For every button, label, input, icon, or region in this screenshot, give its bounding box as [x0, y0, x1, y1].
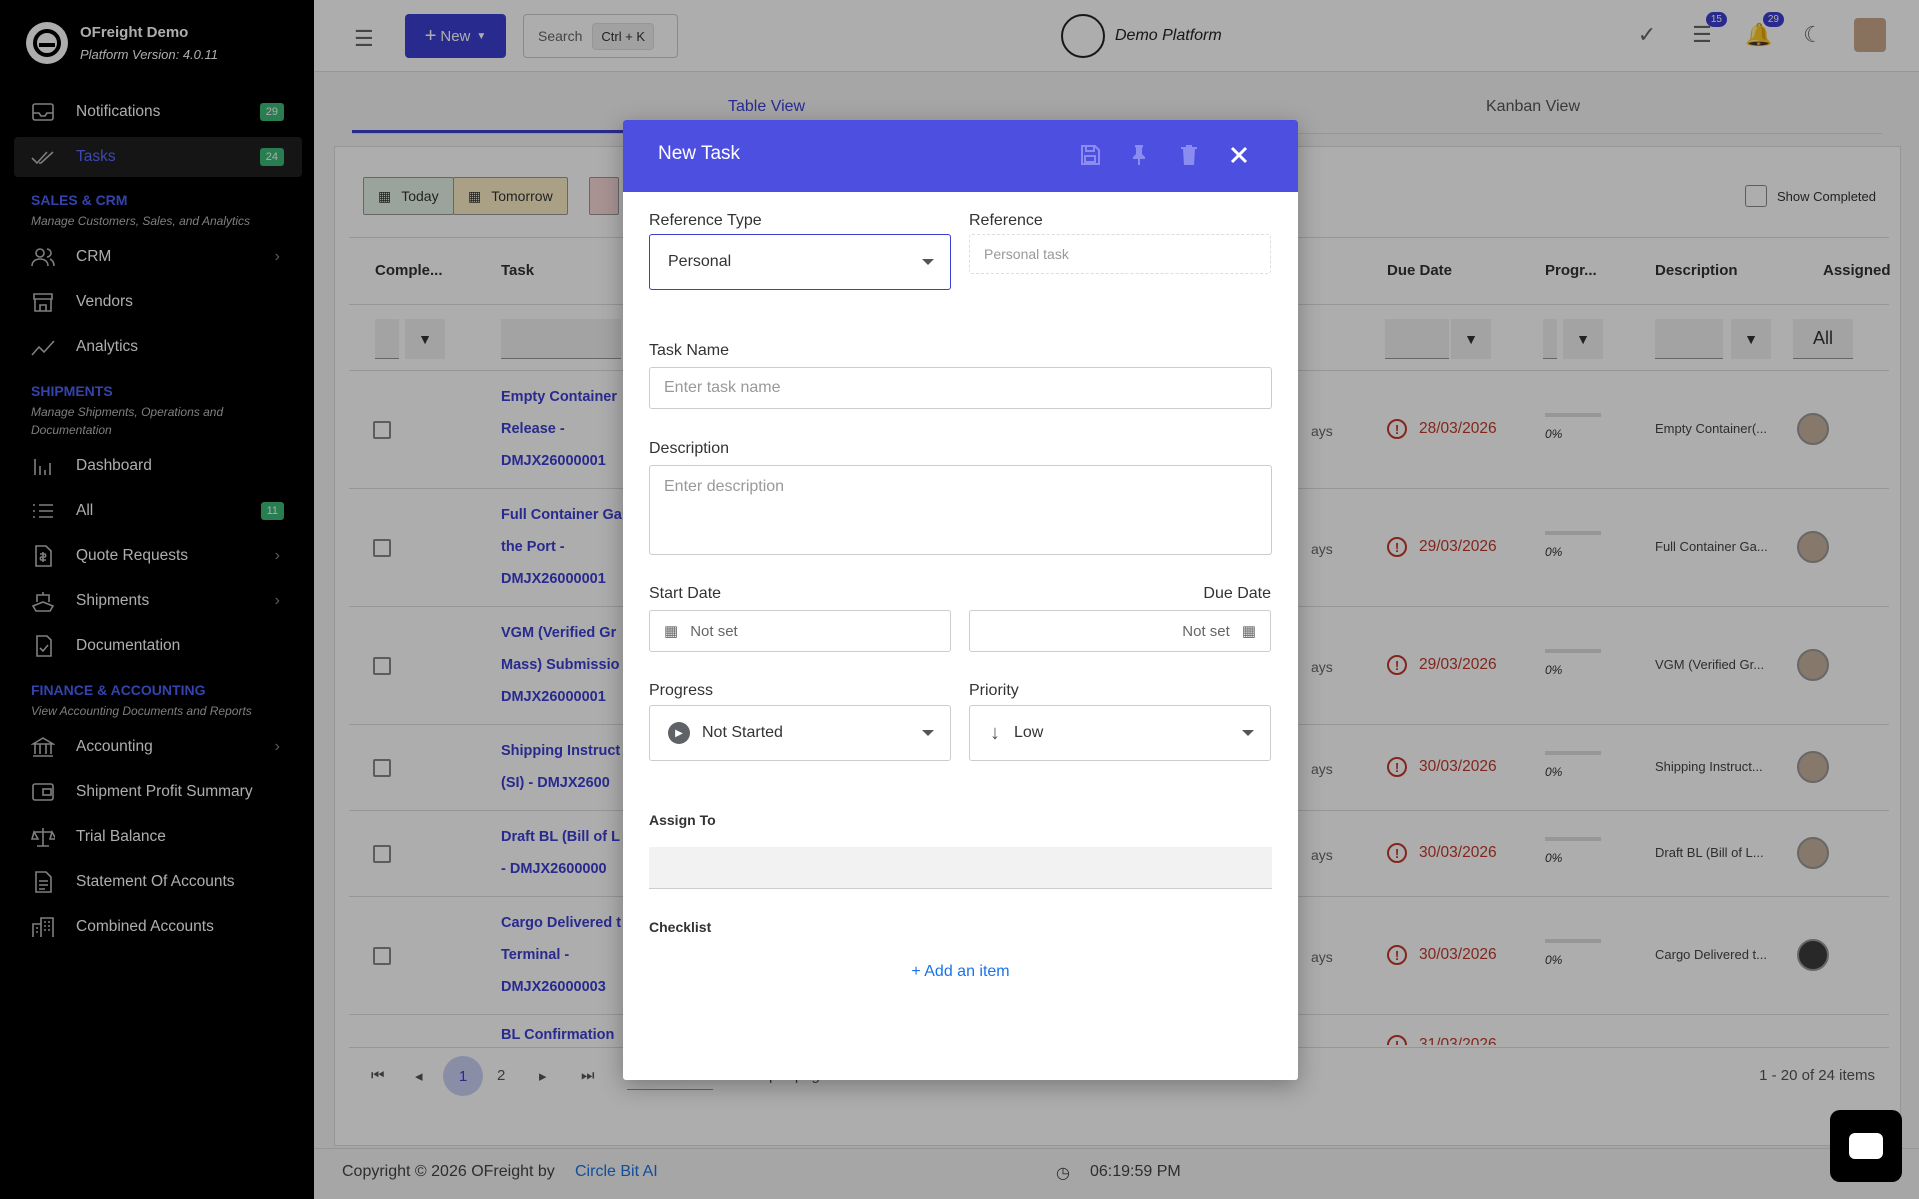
priority-value: Low [1014, 724, 1044, 741]
add-checklist-item-link[interactable]: + Add an item [623, 963, 1298, 981]
reference-input: Personal task [969, 234, 1271, 274]
new-task-dialog: New Task Reference Type Personal Referen… [623, 120, 1298, 1080]
task-name-input[interactable]: Enter task name [649, 367, 1272, 409]
delete-icon[interactable] [1176, 142, 1202, 168]
caret-down-icon [922, 730, 934, 736]
assign-to-label: Assign To [649, 812, 716, 828]
pin-icon[interactable] [1126, 142, 1152, 168]
progress-select[interactable]: ▶ Not Started [649, 705, 951, 761]
progress-value: Not Started [702, 724, 783, 741]
calendar-icon: ▦ [1241, 623, 1256, 640]
reference-type-label: Reference Type [649, 212, 762, 229]
assign-to-input[interactable] [649, 847, 1272, 889]
reference-type-select[interactable]: Personal [649, 234, 951, 290]
dialog-header: New Task [623, 120, 1298, 192]
arrow-down-icon: ↓ [990, 721, 1000, 744]
chat-button[interactable] [1830, 1110, 1902, 1182]
reference-label: Reference [969, 212, 1043, 229]
start-date-picker[interactable]: ▦ Not set [649, 610, 951, 652]
start-date-label: Start Date [649, 585, 722, 602]
task-name-label: Task Name [649, 342, 730, 359]
calendar-icon: ▦ [664, 623, 679, 640]
due-date-value: Not set [1182, 622, 1230, 640]
due-date-picker[interactable]: Not set ▦ [969, 610, 1271, 652]
checklist-label: Checklist [649, 919, 712, 935]
caret-down-icon [1242, 730, 1254, 736]
due-date-label: Due Date [1203, 585, 1271, 602]
caret-down-icon [922, 259, 934, 265]
description-textarea[interactable]: Enter description [649, 465, 1272, 555]
play-circle-icon: ▶ [668, 722, 690, 744]
close-icon[interactable] [1226, 142, 1252, 168]
chat-bubble-icon [1849, 1133, 1883, 1159]
progress-label: Progress [649, 682, 714, 699]
description-label: Description [649, 440, 730, 457]
save-icon[interactable] [1077, 142, 1103, 168]
reference-type-value: Personal [668, 253, 732, 270]
priority-select[interactable]: ↓ Low [969, 705, 1271, 761]
dialog-title: New Task [658, 143, 741, 164]
start-date-value: Not set [690, 622, 738, 640]
priority-label: Priority [969, 682, 1019, 699]
